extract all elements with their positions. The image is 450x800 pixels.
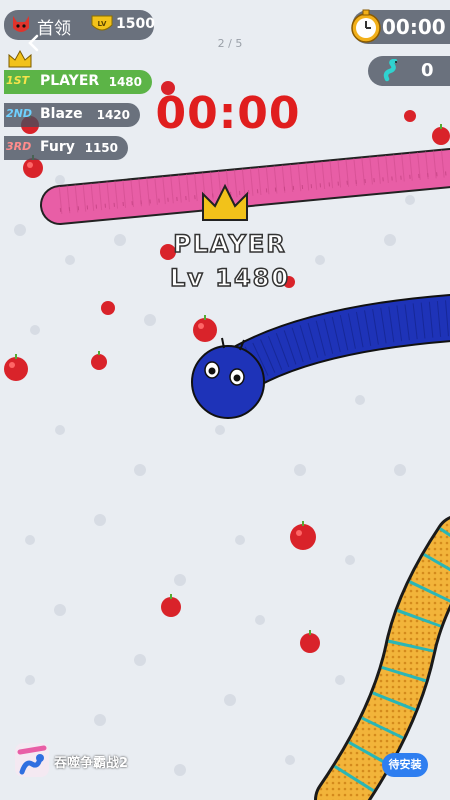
shield-badge-icon: LV xyxy=(91,15,113,31)
boss-level-badge: LV xyxy=(98,20,107,28)
time-left-value: 00:00 xyxy=(382,15,446,39)
leaderboard-score: 1150 xyxy=(84,141,118,155)
page-counter: 2 / 5 xyxy=(217,37,243,50)
leaderboard-row: 2ND Blaze 1420 xyxy=(4,103,140,127)
leaderboard-name: PLAYER xyxy=(40,73,100,89)
install-button[interactable]: 待安装 xyxy=(382,753,428,777)
leaderboard-row: 1ST PLAYER 1480 xyxy=(4,70,152,94)
snake-icon xyxy=(383,59,398,82)
player-name-label: PLAYER xyxy=(173,229,287,259)
leaderboard-rank: 1ST xyxy=(6,74,30,87)
boss-level: 1500 xyxy=(116,16,155,32)
leaderboard-name: Fury xyxy=(40,139,75,155)
devil-icon xyxy=(13,16,29,32)
app-name[interactable]: 吞噬争霸战2 xyxy=(54,752,128,771)
leaderboard-row: 3RD Fury 1150 xyxy=(4,136,128,160)
leaderboard-score: 1420 xyxy=(96,108,130,122)
player-snake xyxy=(191,294,450,419)
app-icon[interactable] xyxy=(14,742,50,778)
kills-pill: 0 xyxy=(368,56,450,86)
kills-value: 0 xyxy=(421,60,434,81)
leaderboard-rank: 2ND xyxy=(6,107,32,120)
leaderboard-crown-icon xyxy=(8,50,32,68)
stopwatch-icon xyxy=(351,9,381,43)
leaderboard-rank: 3RD xyxy=(6,140,32,153)
leaderboard-score: 1480 xyxy=(108,75,142,89)
pink-snake xyxy=(40,148,450,225)
time-left-pill: 00:00 xyxy=(351,9,450,44)
leaderboard-name: Blaze xyxy=(40,106,83,122)
countdown-timer: 00:00 xyxy=(155,88,301,139)
player-level-label: Lv 1480 xyxy=(169,263,291,293)
